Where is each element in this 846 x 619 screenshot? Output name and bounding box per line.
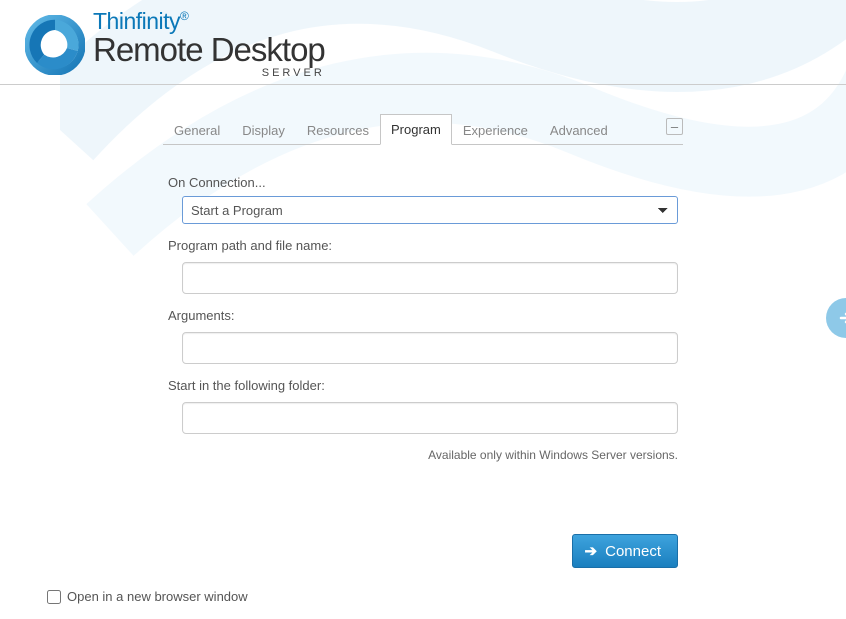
tab-program[interactable]: Program <box>380 114 452 145</box>
logo-remote-desktop-text: Remote Desktop <box>93 33 325 66</box>
logo-server-text: SERVER <box>93 68 325 79</box>
tab-experience[interactable]: Experience <box>452 115 539 145</box>
arguments-input[interactable] <box>182 332 678 364</box>
start-folder-label: Start in the following folder: <box>168 378 678 393</box>
connect-button-label: Connect <box>605 543 661 560</box>
arrow-right-icon: ➔ <box>585 542 598 560</box>
on-connection-label: On Connection... <box>168 175 678 190</box>
open-new-window-checkbox[interactable] <box>47 590 61 604</box>
side-expand-button[interactable] <box>826 298 846 338</box>
program-path-input[interactable] <box>182 262 678 294</box>
tab-resources[interactable]: Resources <box>296 115 380 145</box>
program-path-label: Program path and file name: <box>168 238 678 253</box>
tab-general[interactable]: General <box>163 115 231 145</box>
open-new-window-row[interactable]: Open in a new browser window <box>47 589 248 604</box>
tab-display[interactable]: Display <box>231 115 296 145</box>
tabs-row: General Display Resources Program Experi… <box>163 113 683 145</box>
connect-button[interactable]: ➔ Connect <box>572 534 678 568</box>
form-note: Available only within Windows Server ver… <box>168 448 678 462</box>
logo-registered-mark: ® <box>180 9 188 23</box>
arguments-label: Arguments: <box>168 308 678 323</box>
logo: Thinfinity® Remote Desktop SERVER <box>25 10 821 79</box>
on-connection-select[interactable]: Start a Program <box>182 196 678 224</box>
logo-mark-icon <box>25 15 85 75</box>
header: Thinfinity® Remote Desktop SERVER <box>0 0 846 85</box>
arrow-right-icon <box>838 310 846 326</box>
open-new-window-label: Open in a new browser window <box>67 589 248 604</box>
main-content: General Display Resources Program Experi… <box>163 113 683 568</box>
start-folder-input[interactable] <box>182 402 678 434</box>
tab-advanced[interactable]: Advanced <box>539 115 619 145</box>
program-form: On Connection... Start a Program Program… <box>163 145 683 568</box>
collapse-button[interactable]: – <box>666 118 683 135</box>
